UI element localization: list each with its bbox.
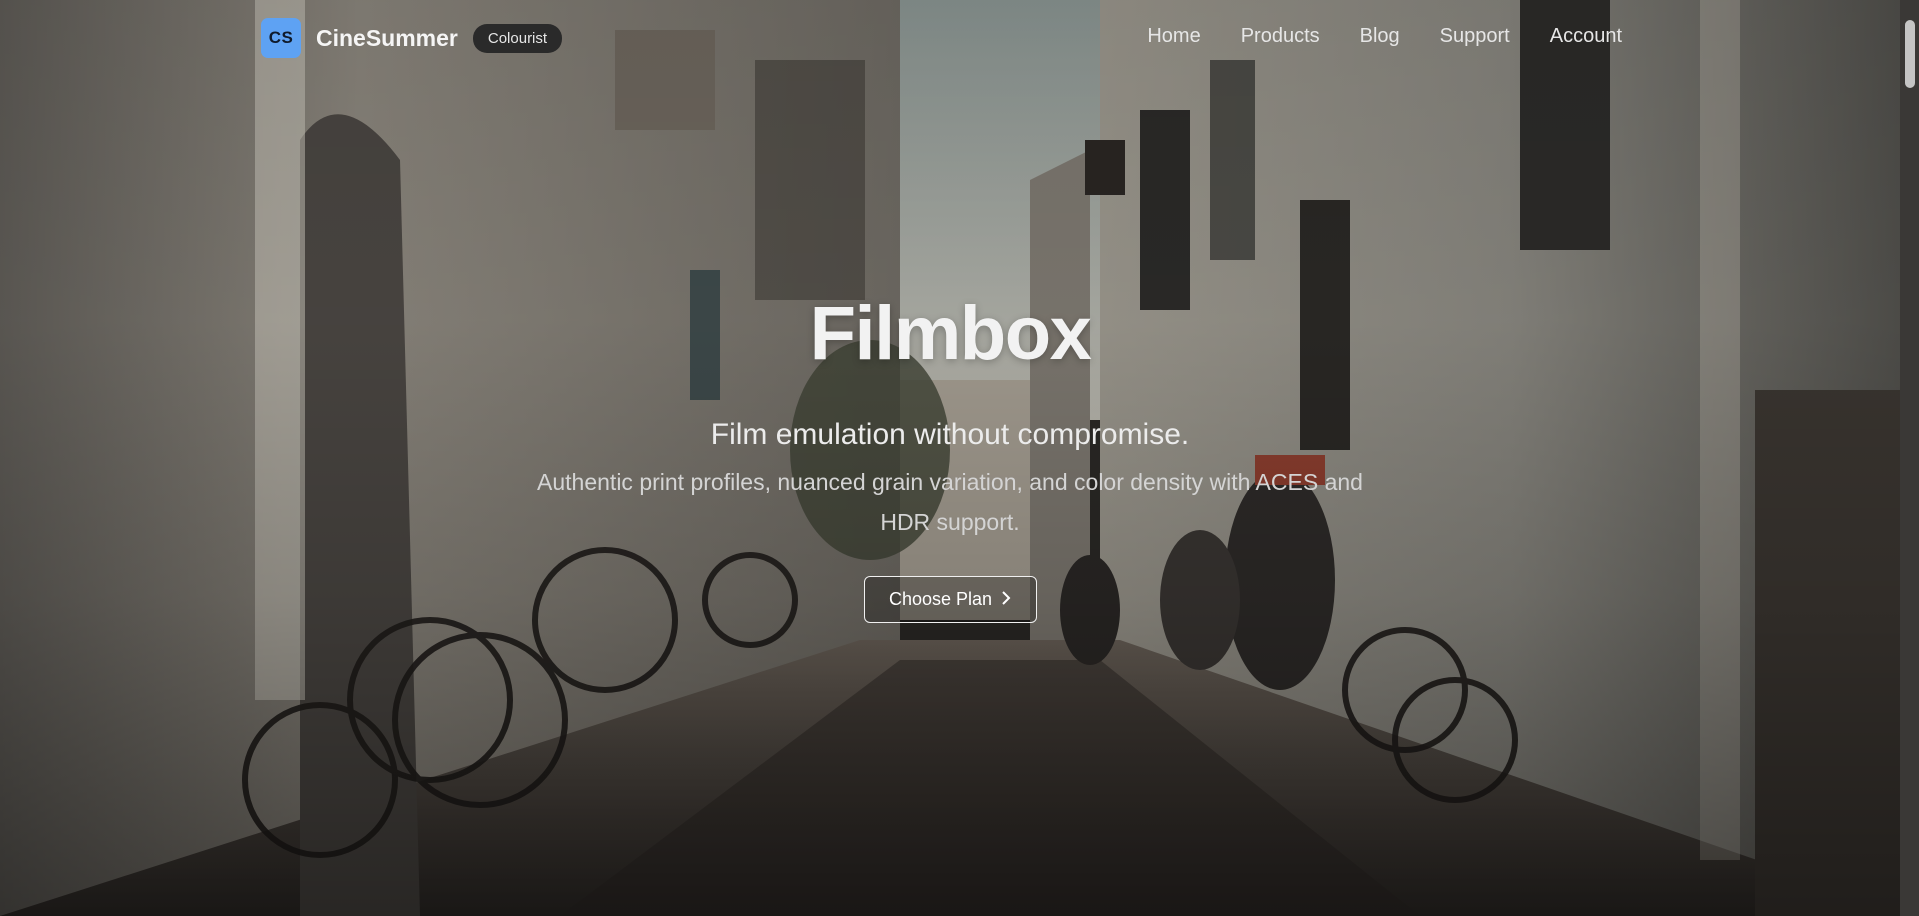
- nav-item-blog[interactable]: Blog: [1360, 25, 1400, 48]
- hero-title: Filmbox: [809, 291, 1092, 376]
- brand-badge: Colourist: [472, 23, 563, 53]
- nav-links: Home Products Blog Support Account: [1147, 25, 1622, 48]
- nav-item-account[interactable]: Account: [1550, 25, 1622, 48]
- choose-plan-button[interactable]: Choose Plan: [864, 576, 1037, 623]
- hero-description: Authentic print profiles, nuanced grain …: [537, 469, 1363, 535]
- brand-name[interactable]: CineSummer: [316, 25, 458, 52]
- hero-subtitle: Film emulation without compromise.: [710, 418, 1190, 451]
- nav-item-home[interactable]: Home: [1147, 25, 1200, 48]
- brand-logo[interactable]: CS: [261, 18, 301, 58]
- brand[interactable]: CS CineSummer Colourist: [261, 18, 563, 58]
- hero-background-image: [0, 0, 1919, 916]
- nav-item-products[interactable]: Products: [1241, 25, 1320, 48]
- chevron-right-icon: [1000, 589, 1012, 610]
- choose-plan-label: Choose Plan: [888, 589, 993, 609]
- nav-item-support[interactable]: Support: [1440, 25, 1510, 48]
- page-scrollbar[interactable]: [1900, 0, 1919, 916]
- scrollbar-thumb[interactable]: [1905, 20, 1915, 88]
- top-navbar: CS CineSummer Colourist Home Products Bl…: [0, 0, 1900, 76]
